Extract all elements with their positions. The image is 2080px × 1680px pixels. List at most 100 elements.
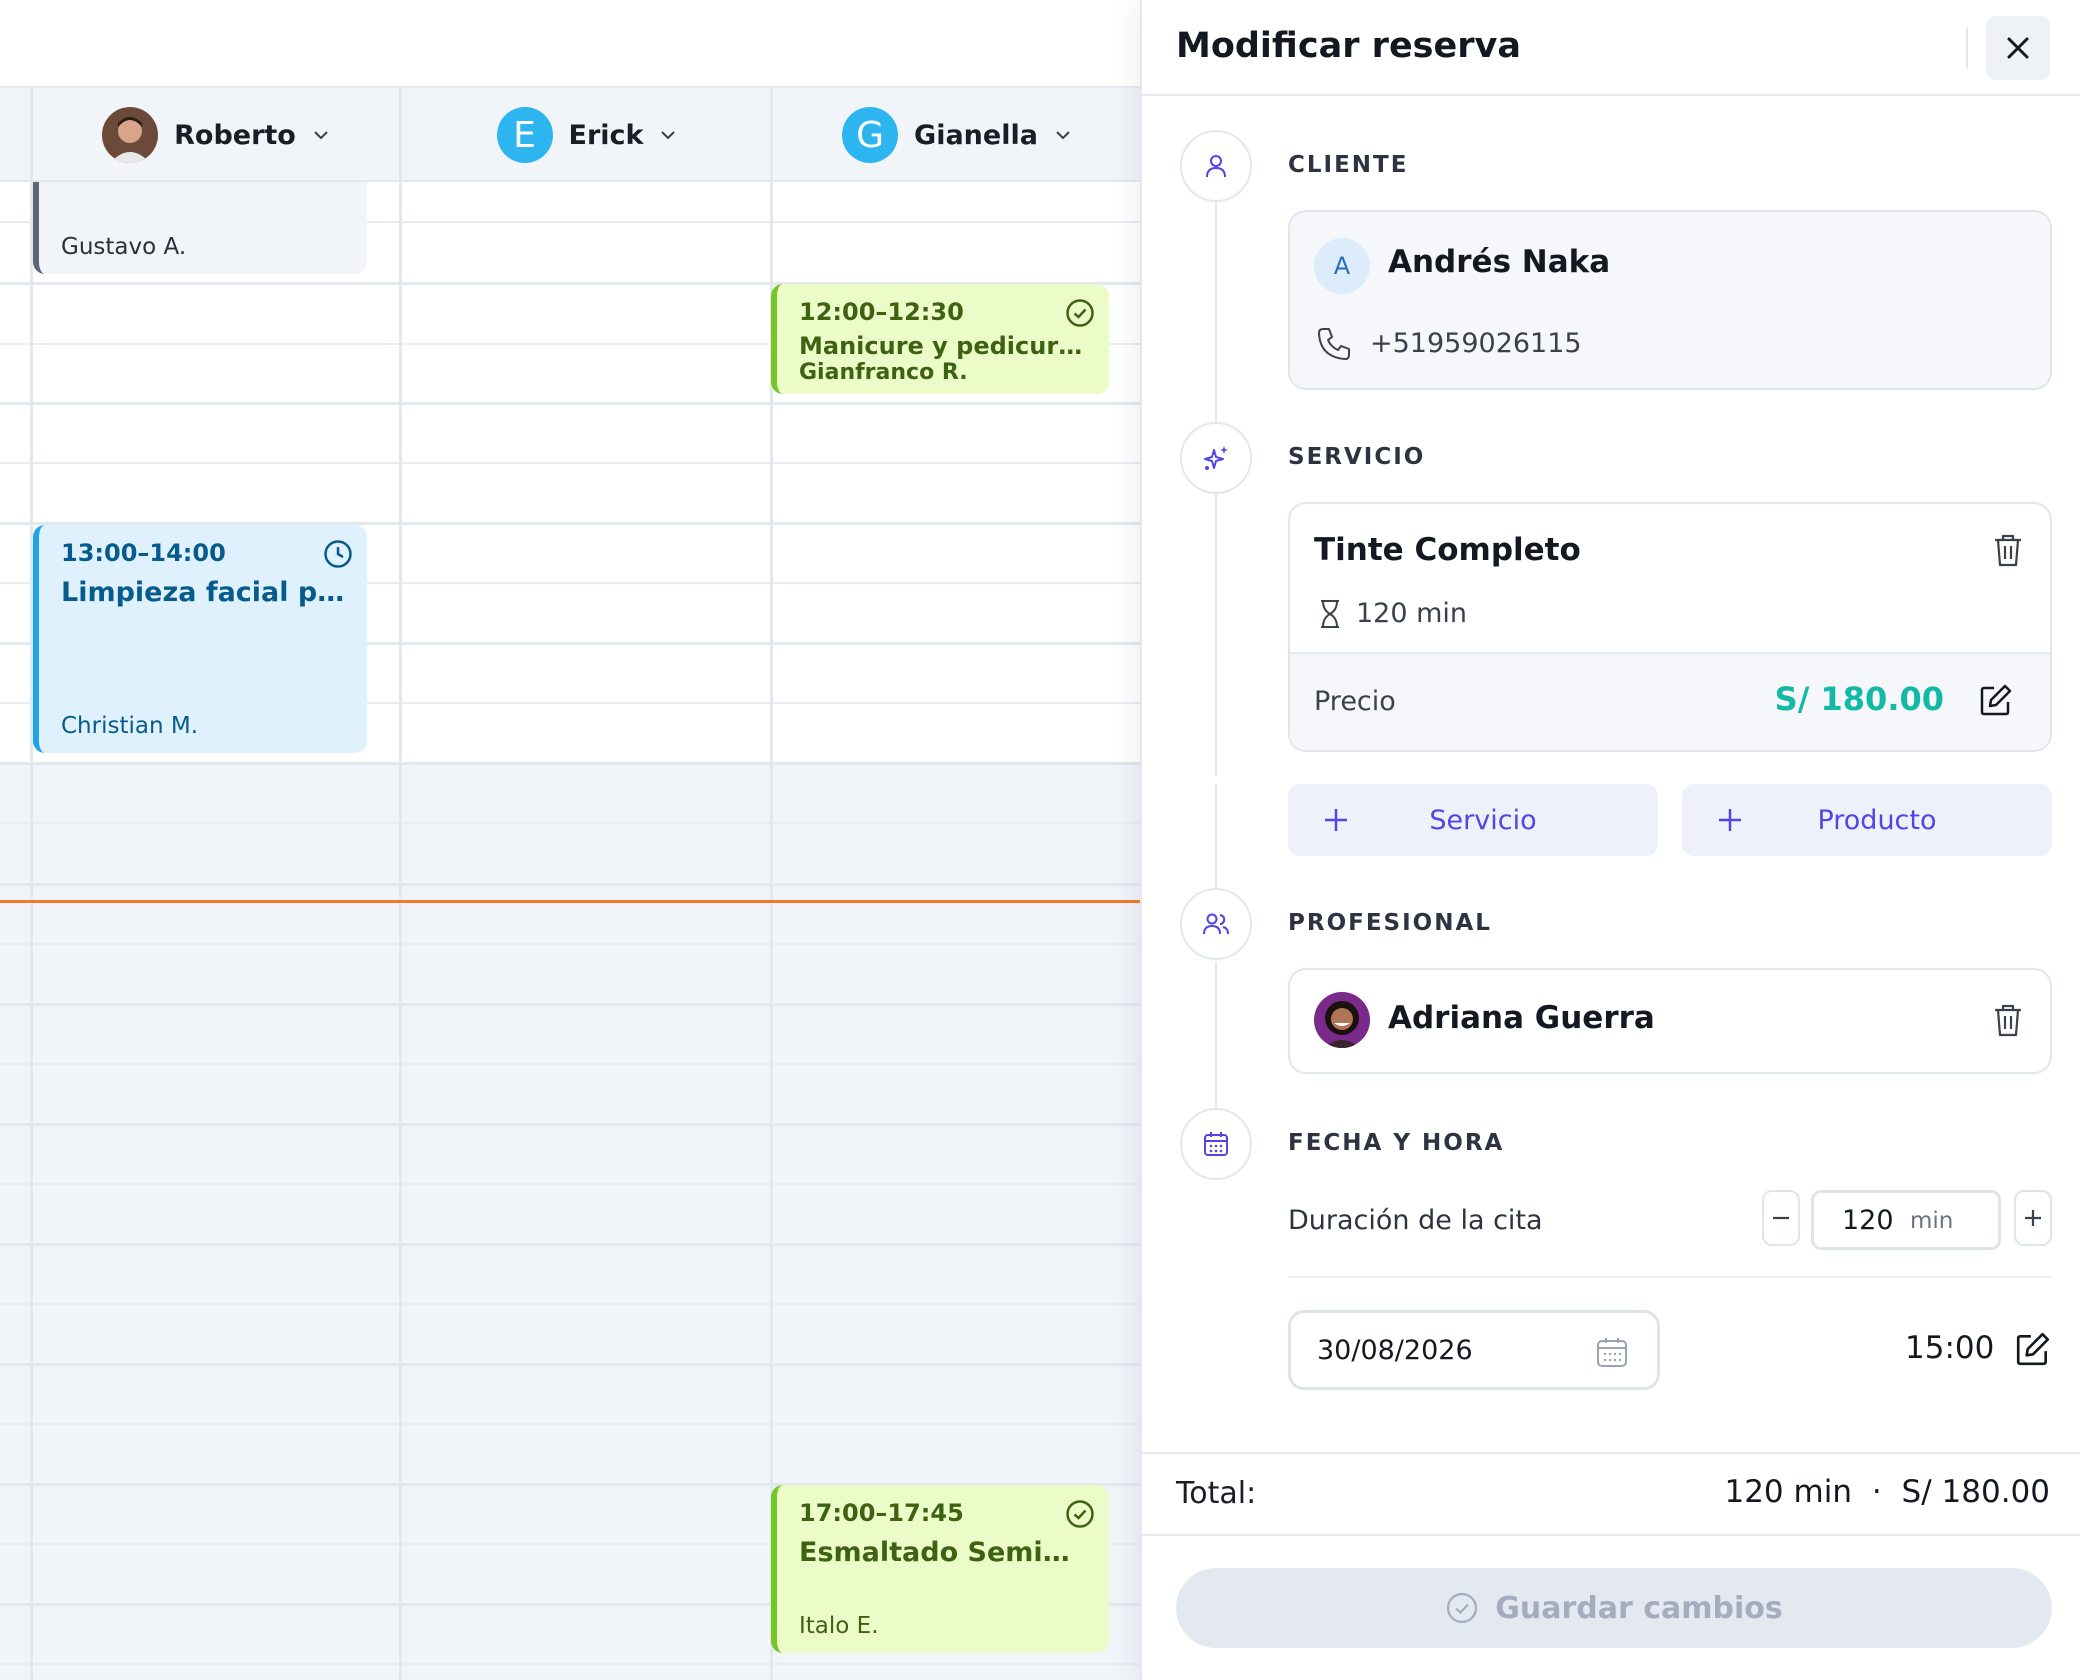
plus-icon xyxy=(1325,809,1347,831)
grid-line xyxy=(0,1663,1140,1665)
sparkles-icon xyxy=(1204,446,1228,470)
avatar: A xyxy=(1314,238,1370,294)
trash-icon[interactable] xyxy=(1988,530,2028,570)
divider xyxy=(1288,1276,2052,1278)
grid-line xyxy=(0,1423,1140,1425)
grid-line xyxy=(0,1123,1140,1126)
column-header-erick[interactable]: E Erick xyxy=(402,88,772,182)
calendar-icon xyxy=(1204,1132,1228,1156)
appointment-card-gustavo[interactable]: Gustavo A. xyxy=(33,182,367,274)
timeline-connector xyxy=(1215,962,1217,1108)
column-header-gianella[interactable]: G Gianella xyxy=(774,88,1140,182)
appointment-title: Manicure y pedicure bá... xyxy=(799,332,1087,360)
calendar-column-headers: Roberto E Erick G Gianella xyxy=(0,88,1140,182)
appointment-client: Italo E. xyxy=(799,1613,879,1639)
add-product-button[interactable]: Producto xyxy=(1682,784,2052,856)
column-divider xyxy=(399,88,402,1680)
check-circle-icon xyxy=(1066,299,1094,327)
calendar-toolbar xyxy=(0,0,1140,88)
users-icon xyxy=(1203,913,1229,935)
column-header-name: Erick xyxy=(568,119,644,151)
close-icon xyxy=(2007,37,2029,59)
grid-line xyxy=(0,822,1140,824)
trash-icon[interactable] xyxy=(1988,1000,2028,1040)
check-circle-icon xyxy=(1066,1500,1094,1528)
panel-header: Modificar reserva xyxy=(1142,0,2080,96)
save-changes-button[interactable]: Guardar cambios xyxy=(1176,1568,2052,1648)
add-service-button[interactable]: Servicio xyxy=(1288,784,1658,856)
time-value: 15:00 xyxy=(1905,1330,1995,1366)
calendar-icon xyxy=(1597,1338,1627,1367)
client-name: Andrés Naka xyxy=(1388,244,1611,280)
grid-line xyxy=(0,1063,1140,1065)
phone-icon xyxy=(1318,328,1350,360)
section-label-cliente: CLIENTE xyxy=(1288,152,1409,178)
grid-line xyxy=(0,1003,1140,1006)
total-price: S/ 180.00 xyxy=(1901,1474,2050,1510)
grid-line xyxy=(0,1303,1140,1305)
grid-line xyxy=(0,462,1140,464)
duration-value: 120 xyxy=(1842,1205,1894,1236)
clock-icon xyxy=(324,540,352,568)
grid-line xyxy=(0,402,1140,405)
professional-name: Adriana Guerra xyxy=(1388,1000,1655,1036)
current-time-indicator xyxy=(0,900,1140,903)
service-step xyxy=(1180,422,1252,494)
column-divider xyxy=(30,88,33,1680)
price-label: Precio xyxy=(1314,686,1396,717)
column-header-name: Gianella xyxy=(914,119,1038,151)
minus-icon xyxy=(1773,1216,1789,1220)
total-label: Total: xyxy=(1176,1476,1257,1511)
appointment-card-esmaltado[interactable]: 17:00–17:45 Esmaltado Semiper... Italo E… xyxy=(771,1485,1109,1653)
duration-decrement-button[interactable] xyxy=(1762,1190,1800,1246)
professional-card[interactable]: Adriana Guerra xyxy=(1288,968,2052,1074)
close-button[interactable] xyxy=(1986,16,2050,80)
section-label-fecha: FECHA Y HORA xyxy=(1288,1130,1505,1156)
date-input[interactable]: 30/08/2026 xyxy=(1288,1310,1660,1390)
appointment-client: Gianfranco R. xyxy=(799,360,968,385)
edit-icon[interactable] xyxy=(1978,682,2014,718)
appointment-title: Limpieza facial prof... xyxy=(61,577,345,608)
appointment-time: 12:00–12:30 xyxy=(799,298,964,326)
duration-input[interactable]: 120 min xyxy=(1811,1190,2001,1250)
header-separator xyxy=(1966,28,1968,68)
date-value: 30/08/2026 xyxy=(1317,1335,1473,1366)
plus-icon xyxy=(2025,1210,2041,1226)
edit-icon[interactable] xyxy=(2014,1330,2052,1368)
grid-line xyxy=(0,883,1140,886)
professional-step xyxy=(1180,888,1252,960)
appointment-card-manicure[interactable]: 12:00–12:30 Manicure y pedicure bá... Gi… xyxy=(771,284,1109,394)
avatar: E xyxy=(496,107,553,163)
edit-booking-panel: Modificar reserva CLIENTE A Andrés Naka … xyxy=(1140,0,2080,1680)
chevron-down-icon xyxy=(661,131,676,140)
grid-line xyxy=(0,1243,1140,1246)
client-step xyxy=(1180,130,1252,202)
total-separator: · xyxy=(1871,1474,1882,1510)
client-phone: +51959026115 xyxy=(1370,328,1582,359)
appointment-title: Esmaltado Semiper... xyxy=(799,1537,1087,1568)
appointment-client: Christian M. xyxy=(61,713,199,739)
appointment-client: Gustavo A. xyxy=(61,234,187,260)
plus-icon xyxy=(1719,809,1741,831)
duration-unit: min xyxy=(1910,1208,1954,1234)
duration-increment-button[interactable] xyxy=(2014,1190,2052,1246)
appointment-card-limpieza[interactable]: 13:00–14:00 Limpieza facial prof... Chri… xyxy=(33,525,367,753)
grid-line xyxy=(0,943,1140,945)
column-header-name: Roberto xyxy=(174,119,296,151)
appointment-time: 13:00–14:00 xyxy=(61,539,226,567)
price-value: S/ 180.00 xyxy=(1774,680,1944,718)
calendar-view: Roberto E Erick G Gianella Gustavo A. 12… xyxy=(0,0,1140,1680)
total-summary: 120 min · S/ 180.00 xyxy=(1724,1474,2050,1510)
divider xyxy=(1142,1534,2080,1536)
grid-line xyxy=(0,1183,1140,1185)
divider xyxy=(1142,1452,2080,1454)
service-card: Tinte Completo 120 min Precio S/ 180.00 xyxy=(1288,502,2052,752)
hourglass-icon xyxy=(1321,600,1339,628)
user-icon xyxy=(1206,155,1226,178)
client-card[interactable]: A Andrés Naka +51959026115 xyxy=(1288,210,2052,390)
grid-line xyxy=(0,1363,1140,1366)
column-header-roberto[interactable]: Roberto xyxy=(33,88,399,182)
section-label-profesional: PROFESIONAL xyxy=(1288,910,1492,936)
divider xyxy=(1290,652,2050,654)
service-name: Tinte Completo xyxy=(1314,532,1581,568)
